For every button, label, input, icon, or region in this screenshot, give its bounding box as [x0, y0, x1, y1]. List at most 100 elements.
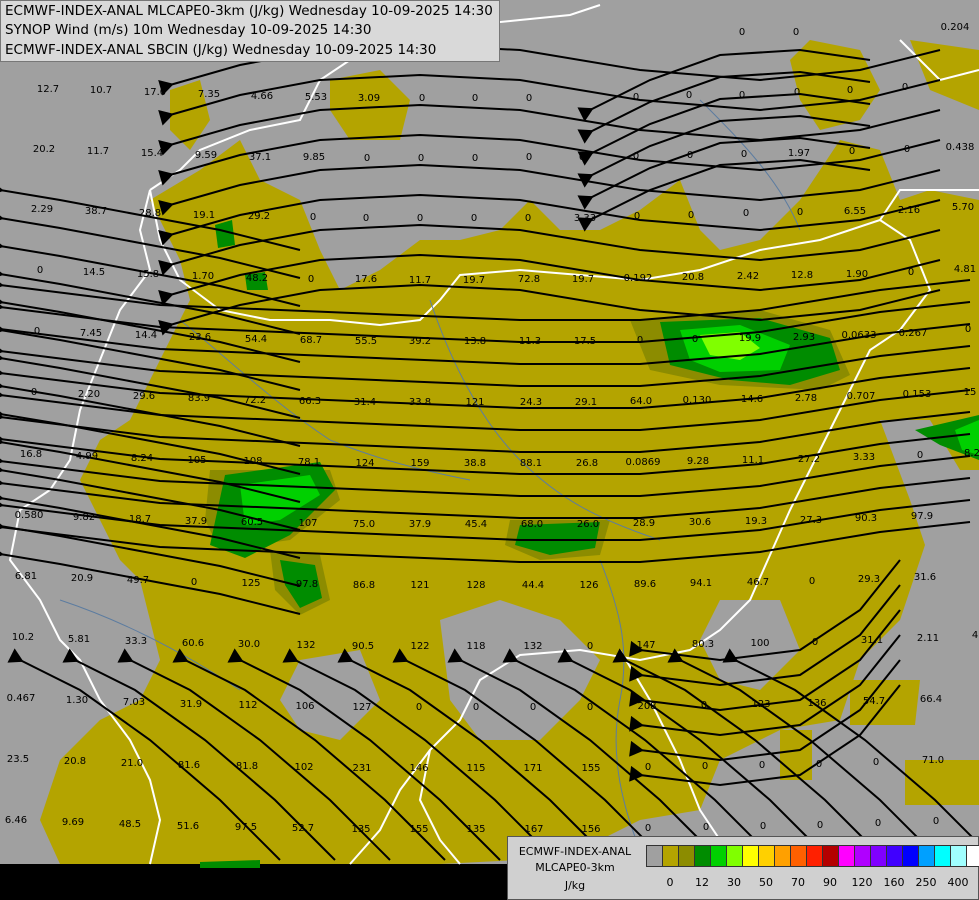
cape-value: 12.7 — [37, 84, 59, 95]
cape-value: 0 — [703, 822, 709, 833]
cape-value: 9.82 — [73, 512, 95, 523]
cape-value: 208 — [637, 701, 656, 712]
cape-value: 60.5 — [241, 517, 263, 528]
legend-swatch — [662, 845, 679, 867]
legend-swatch — [710, 845, 727, 867]
cape-value: 107 — [298, 518, 317, 529]
cape-value: 0.204 — [941, 22, 970, 33]
weather-map[interactable]: 4.170000.20412.710.717.07.354.665.533.09… — [0, 0, 979, 900]
cape-value: 1.97 — [788, 148, 810, 159]
legend-swatch — [934, 845, 951, 867]
cape-value: 30.6 — [689, 517, 711, 528]
cape-value: 0 — [416, 702, 422, 713]
cape-value: 0 — [701, 700, 707, 711]
cape-value: 97.8 — [296, 579, 318, 590]
legend-swatch — [902, 845, 919, 867]
cape-value: 0 — [933, 816, 939, 827]
cape-value: 0.580 — [15, 510, 44, 521]
cape-value: 13.8 — [464, 336, 486, 347]
cape-value: 18.7 — [129, 514, 151, 525]
cape-value: 20.8 — [682, 272, 704, 283]
legend-tick-label: 160 — [883, 876, 905, 889]
cape-value: 0 — [812, 637, 818, 648]
cape-value: 135 — [351, 824, 370, 835]
legend-tick-label: 50 — [759, 876, 773, 889]
cape-value: 146 — [409, 763, 428, 774]
cape-value: 0 — [473, 702, 479, 713]
cape-value: 72.8 — [518, 274, 540, 285]
cape-value: 2.42 — [737, 271, 759, 282]
cape-value: 20.2 — [33, 144, 55, 155]
cape-value: 31.6 — [914, 572, 936, 583]
cape-value: 17.5 — [574, 336, 596, 347]
legend-unit: J/kg — [564, 879, 586, 892]
cape-value: 81.8 — [236, 761, 258, 772]
legend-swatch — [646, 845, 663, 867]
cape-value: 60.6 — [182, 638, 204, 649]
cape-value: 127 — [352, 702, 371, 713]
cape-value: 23.5 — [7, 754, 29, 765]
cape-value: 2.11 — [917, 633, 939, 644]
cape-value: 122 — [410, 641, 429, 652]
cape-value: 0 — [794, 87, 800, 98]
cape-value: 0.0633 — [842, 330, 877, 341]
legend-swatch — [774, 845, 791, 867]
cape-value: 0.192 — [624, 273, 653, 284]
cape-value: 3.09 — [358, 93, 380, 104]
cape-value: 0 — [904, 144, 910, 155]
cape-value: 0 — [917, 450, 923, 461]
cape-value: 5.70 — [952, 202, 974, 213]
legend-swatch — [966, 845, 979, 867]
cape-value: 29.3 — [858, 574, 880, 585]
legend-swatch — [742, 845, 759, 867]
cape-value: 0.153 — [903, 389, 932, 400]
cape-value: 4 — [972, 630, 978, 641]
cape-value: 0 — [417, 213, 423, 224]
cape-value: 23.6 — [189, 332, 211, 343]
cape-value: 0 — [530, 702, 536, 713]
cape-value: 0 — [645, 823, 651, 834]
cape-value: 0 — [472, 93, 478, 104]
cape-value: 26.8 — [576, 458, 598, 469]
legend-tick-label: 90 — [823, 876, 837, 889]
cape-value: 14.5 — [83, 267, 105, 278]
cape-value: 231 — [352, 763, 371, 774]
cape-value: 7.35 — [198, 89, 220, 100]
cape-value: 3.33 — [853, 452, 875, 463]
cape-value: 8.2 — [964, 448, 979, 459]
legend-swatch — [950, 845, 967, 867]
cape-value: 8.24 — [131, 453, 153, 464]
cape-value: 11.7 — [87, 146, 109, 157]
cape-value: 0 — [633, 92, 639, 103]
cape-value: 15.4 — [141, 148, 163, 159]
cape-value: 81.6 — [178, 760, 200, 771]
cape-value: 132 — [296, 640, 315, 651]
cape-value: 0 — [471, 213, 477, 224]
legend-swatch — [870, 845, 887, 867]
legend-tick-label: 120 — [851, 876, 873, 889]
cape-value: 26.0 — [577, 519, 599, 530]
cape-value: 49.7 — [127, 575, 149, 586]
cape-value: 156 — [581, 824, 600, 835]
cape-value: 9.59 — [195, 150, 217, 161]
cape-value: 3.33 — [574, 213, 596, 224]
cape-value: 31.9 — [180, 699, 202, 710]
cape-value: 38.8 — [464, 458, 486, 469]
cape-value: 33.8 — [409, 397, 431, 408]
cape-value: 0 — [37, 265, 43, 276]
cape-value: 10.2 — [12, 632, 34, 643]
map-title-box: ECMWF-INDEX-ANAL MLCAPE0-3km (J/kg) Wedn… — [0, 0, 500, 62]
cape-value: 0 — [743, 208, 749, 219]
cape-value: 0 — [873, 757, 879, 768]
legend-tick-label: 30 — [727, 876, 741, 889]
cape-value: 66.4 — [920, 694, 942, 705]
cape-value: 0 — [472, 153, 478, 164]
cape-value: 0 — [908, 267, 914, 278]
cape-value: 24.3 — [520, 397, 542, 408]
cape-value: 2.16 — [898, 205, 920, 216]
cape-value: 7.45 — [80, 328, 102, 339]
legend-tick-label: 400 — [947, 876, 969, 889]
cape-value: 4.99 — [76, 451, 98, 462]
cape-value: 12.8 — [791, 270, 813, 281]
cape-value: 68.0 — [521, 519, 543, 530]
